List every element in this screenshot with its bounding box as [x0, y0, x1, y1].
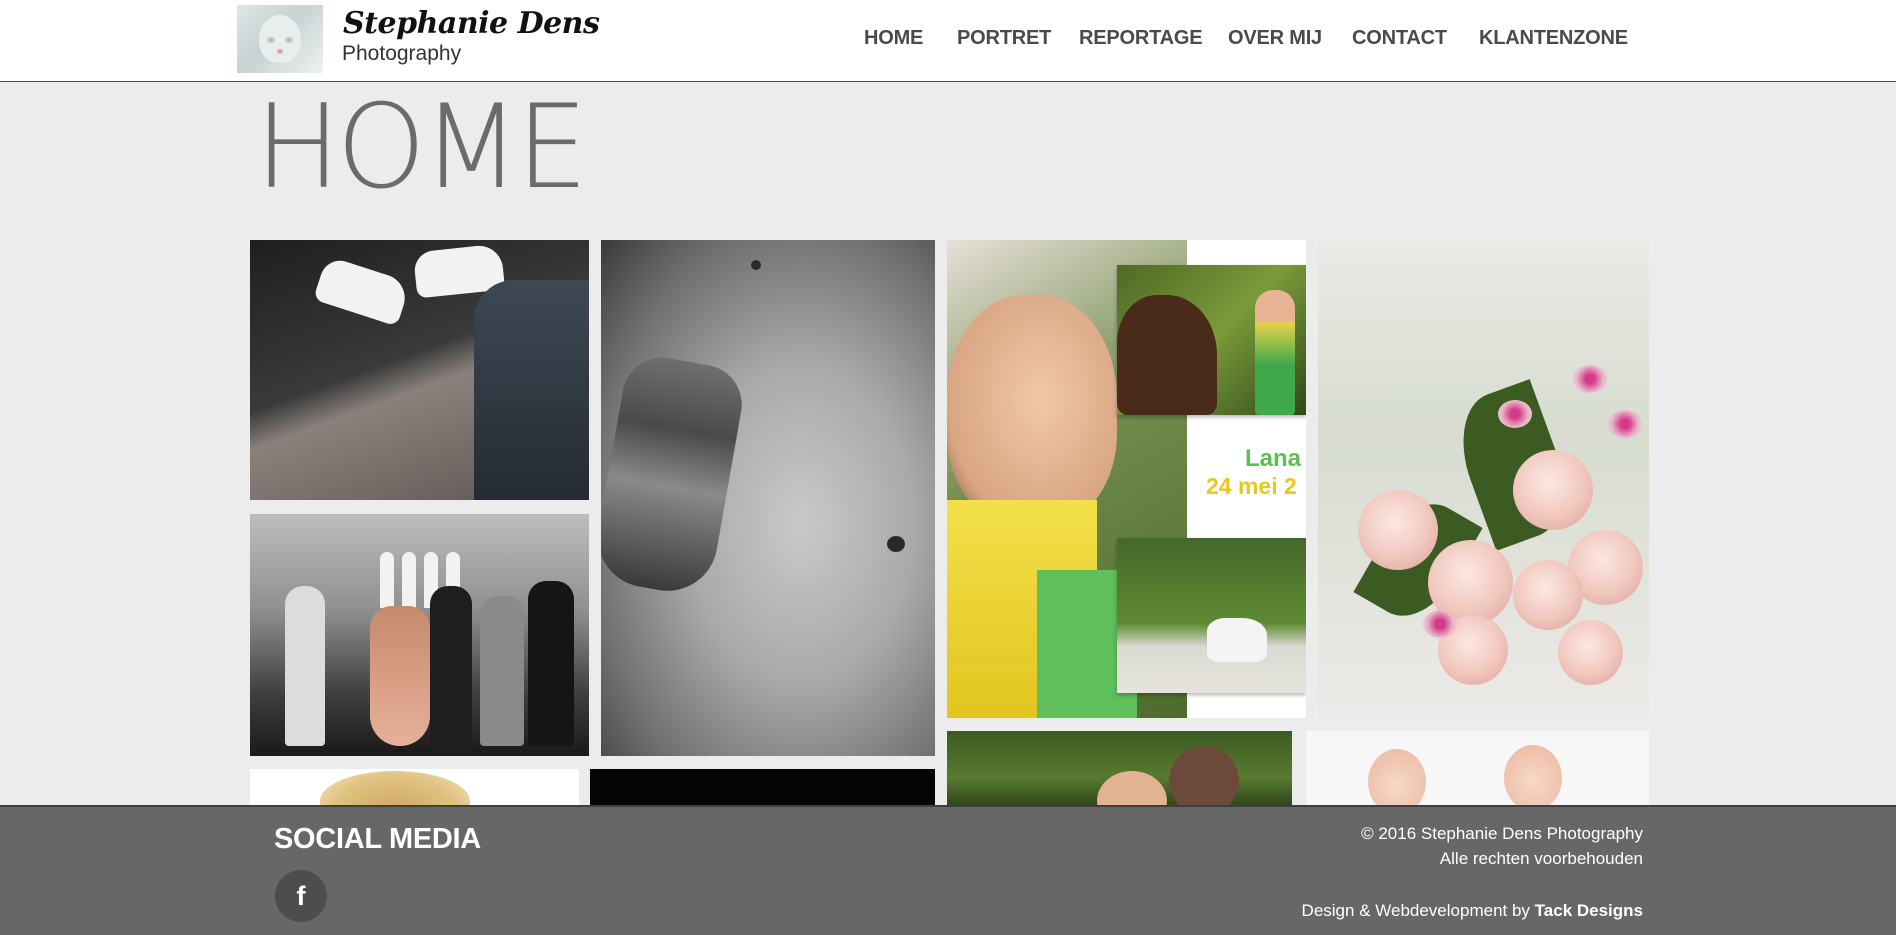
rose [1558, 620, 1623, 685]
collage-name-text: Lana [1245, 445, 1302, 472]
copyright-text: © 2016 Stephanie Dens Photography [1361, 824, 1643, 843]
guest-figure [480, 596, 524, 746]
guest-figure [285, 586, 325, 746]
gallery-photo-couple[interactable] [947, 731, 1292, 809]
blonde-hair [320, 771, 470, 809]
groom-head [1169, 746, 1239, 809]
groom-figure [430, 586, 472, 746]
horse-head [1117, 295, 1217, 415]
gallery-photo-blonde-portrait[interactable] [250, 769, 579, 809]
credit-prefix: Design & Webdevelopment by [1301, 901, 1535, 920]
site-header: Stephanie Dens Photography HOME PORTRET … [0, 0, 1896, 82]
orchid [1498, 400, 1532, 428]
skin-mark [751, 260, 761, 270]
page-title: HOME [255, 80, 588, 215]
gallery-photo-baby-shoes[interactable] [250, 240, 589, 500]
girl-rider [1255, 290, 1295, 415]
rose [1513, 560, 1583, 630]
cat-eye-right [285, 37, 293, 43]
church-window [402, 552, 416, 608]
girl-face [947, 295, 1117, 525]
facebook-icon[interactable]: f [275, 870, 327, 922]
collage-photo-pony [1117, 538, 1306, 693]
nav-klantenzone[interactable]: KLANTENZONE [1479, 27, 1628, 50]
skin-mark [887, 536, 905, 552]
rose [1358, 490, 1438, 570]
orchid [1573, 365, 1607, 393]
collage-date-text: 24 mei 2 [1206, 473, 1297, 499]
gallery-photo-bouquet[interactable] [1318, 240, 1649, 718]
gallery-photo-belly-socks[interactable] [601, 240, 935, 756]
nav-reportage[interactable]: REPORTAGE [1079, 27, 1203, 50]
gallery-photo-girl-collage[interactable]: Lana 24 mei 2 [947, 240, 1306, 718]
credit-link[interactable]: Tack Designs [1535, 901, 1643, 920]
baby-shoe [313, 255, 411, 327]
white-pony [1207, 618, 1267, 662]
rights-text: Alle rechten voorbehouden [1439, 849, 1643, 868]
nav-home[interactable]: HOME [864, 27, 923, 50]
cat-eye-left [267, 37, 275, 43]
cat-nose [277, 49, 283, 54]
orchid [1608, 410, 1642, 438]
baby-sock [601, 351, 749, 599]
guest-figure [528, 581, 574, 746]
nav-over-mij[interactable]: OVER MIJ [1228, 27, 1322, 50]
cat-face-graphic [259, 15, 301, 63]
social-media-heading: SOCIAL MEDIA [274, 823, 481, 855]
logo-image[interactable] [237, 5, 323, 73]
gallery-photo-dark[interactable] [590, 769, 935, 809]
church-window [380, 552, 394, 608]
credit-line: Design & Webdevelopment by Tack Designs [1302, 901, 1643, 921]
bride-figure [370, 606, 430, 746]
brand-subtitle[interactable]: Photography [342, 42, 461, 66]
bride-head [1097, 771, 1167, 809]
site-footer: SOCIAL MEDIA f © 2016 Stephanie Dens Pho… [0, 805, 1896, 935]
denim-jacket [474, 280, 589, 500]
brand-title[interactable]: Stephanie Dens [343, 6, 600, 41]
orchid [1423, 610, 1457, 638]
rose [1513, 450, 1593, 530]
baby-face [1504, 745, 1562, 809]
nav-portret[interactable]: PORTRET [957, 27, 1051, 50]
collage-photo-horse [1117, 265, 1306, 415]
gallery-photo-church-wedding[interactable] [250, 514, 589, 756]
baby-face [1368, 749, 1426, 809]
gallery-photo-babies[interactable] [1306, 731, 1649, 809]
nav-contact[interactable]: CONTACT [1352, 27, 1447, 50]
